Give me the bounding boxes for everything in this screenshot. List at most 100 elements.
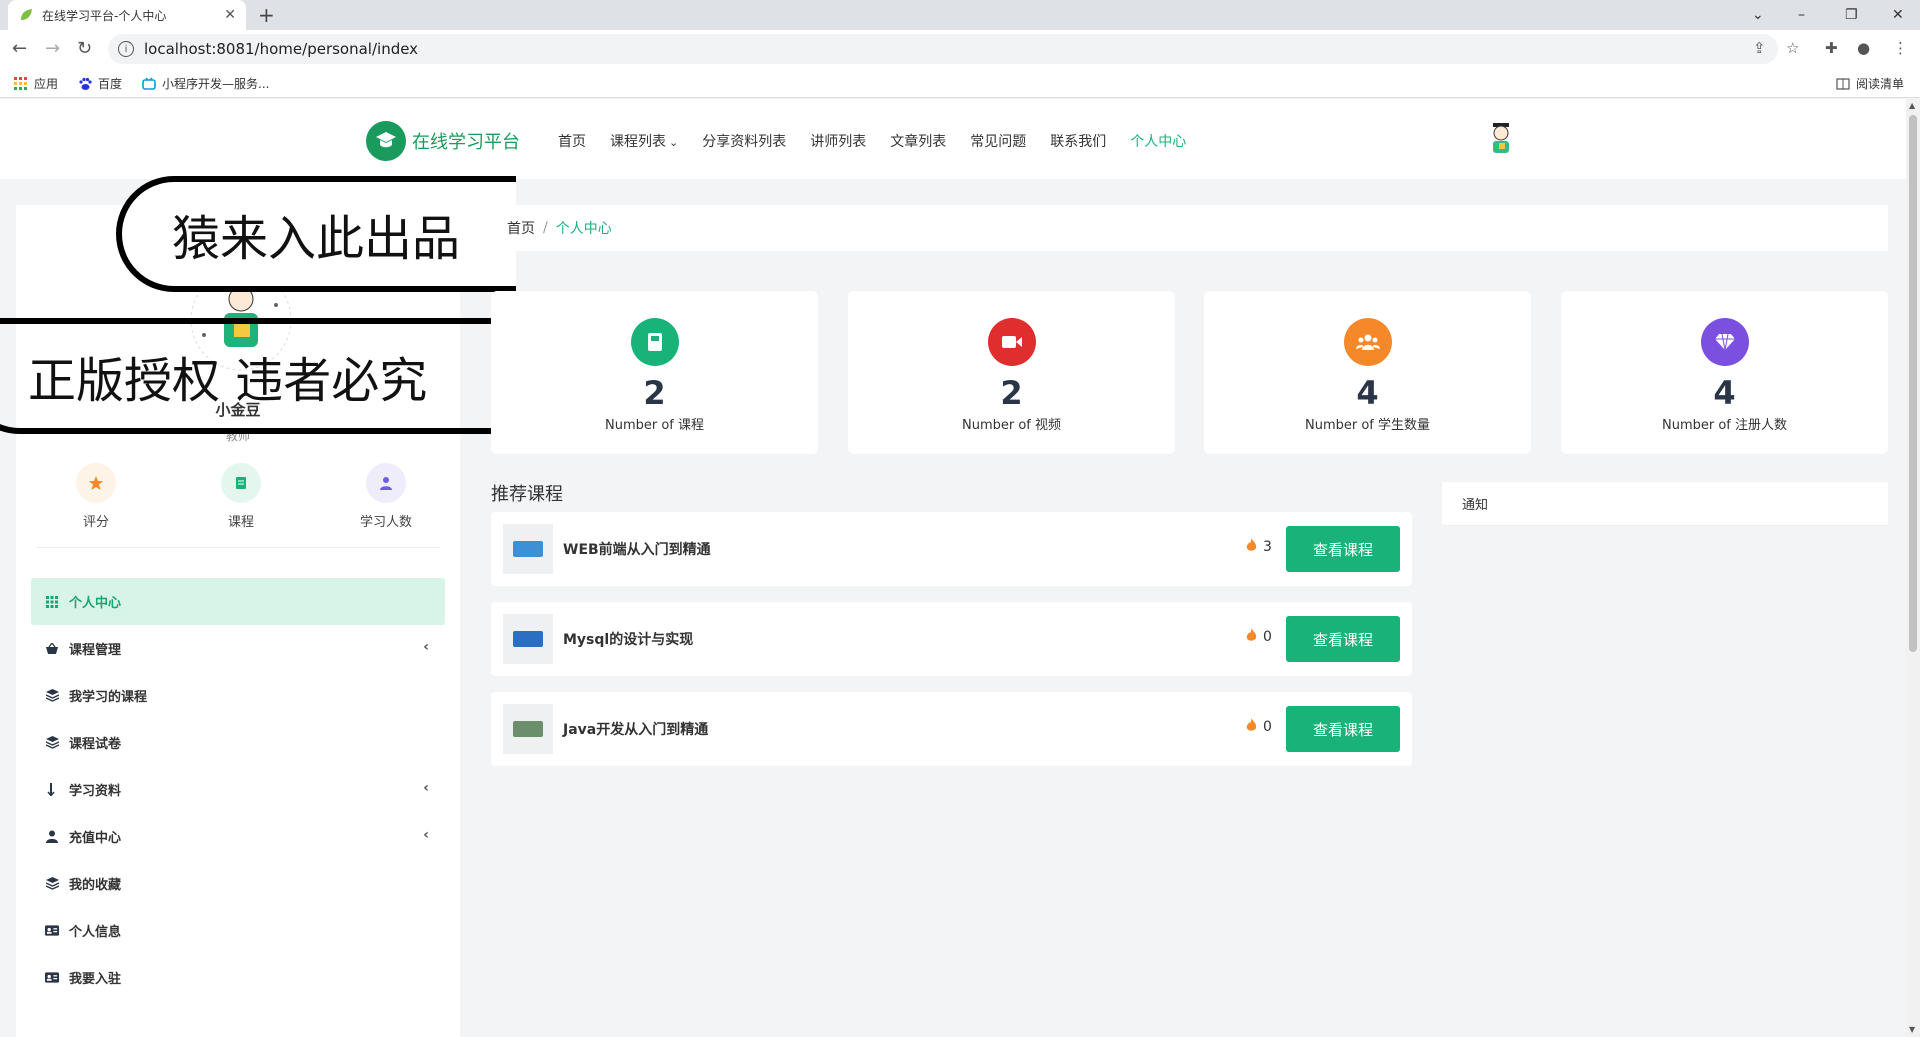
- stat-card-value: 2: [643, 374, 666, 412]
- bookmark-baidu[interactable]: 百度: [78, 75, 122, 92]
- divider: [36, 547, 440, 548]
- browser-tab[interactable]: 在线学习平台-个人中心 ✕: [8, 0, 246, 30]
- nav-contact[interactable]: 联系我们: [1050, 131, 1106, 151]
- nav-home[interactable]: 首页: [558, 131, 586, 151]
- stat-card-caption: Number of 学生数量: [1304, 418, 1431, 433]
- view-course-button[interactable]: 查看课程: [1286, 706, 1400, 752]
- scroll-up-icon[interactable]: ▲: [1909, 101, 1915, 110]
- course-row: WEB前端从入门到精通 3 查看课程: [491, 512, 1412, 586]
- url-field[interactable]: i localhost:8081/home/personal/index: [108, 34, 1778, 64]
- view-course-button[interactable]: 查看课程: [1286, 616, 1400, 662]
- minimize-icon[interactable]: –: [1798, 0, 1805, 30]
- sidebar-item-learning-materials[interactable]: 学习资料 ‹: [31, 766, 445, 813]
- sidebar-item-course-management[interactable]: 课程管理 ‹: [31, 625, 445, 672]
- view-course-button[interactable]: 查看课程: [1286, 526, 1400, 572]
- stat-label: 课程: [227, 515, 254, 530]
- site-header: 在线学习平台 首页 课程列表 ⌄ 分享资料列表 讲师列表 文章列表 常见问题 联系…: [0, 99, 1906, 179]
- breadcrumb-separator: /: [543, 220, 548, 236]
- course-row: Java开发从入门到精通 0 查看课程: [491, 692, 1412, 766]
- stat-card-caption: Number of 视频: [961, 418, 1062, 433]
- nav-faq[interactable]: 常见问题: [970, 131, 1026, 151]
- course-thumbnail[interactable]: [503, 704, 553, 754]
- video-icon: [987, 318, 1036, 366]
- tv-icon: [142, 77, 156, 91]
- course-title[interactable]: Java开发从入门到精通: [563, 719, 708, 739]
- reload-icon[interactable]: ↻: [77, 39, 92, 59]
- watermark-text: 猿来入此出品: [172, 211, 461, 267]
- tab-search-icon[interactable]: ⌄: [1752, 0, 1764, 30]
- stat-card-caption: Number of 注册人数: [1661, 418, 1788, 433]
- stat-label: 评分: [82, 515, 109, 530]
- bookmark-miniprogram[interactable]: 小程序开发—服务...: [142, 75, 269, 92]
- share-icon[interactable]: ⇪: [1753, 39, 1766, 57]
- sidebar-item-recharge[interactable]: 充值中心 ‹: [31, 813, 445, 860]
- fire-icon: [1246, 628, 1257, 646]
- new-tab-icon[interactable]: +: [258, 3, 275, 27]
- recommend-title: 推荐课程: [491, 484, 563, 505]
- sidebar-item-apply-join[interactable]: 我要入驻: [31, 954, 445, 1001]
- course-thumbnail[interactable]: [503, 524, 553, 574]
- notice-panel-header: 通知: [1442, 482, 1888, 526]
- course-hot-count: 0: [1263, 719, 1272, 735]
- sidebar-menu: 个人中心 课程管理 ‹ 我学习的课程 课程试卷 学习资料 ‹ 充值中心 ‹ 我的…: [31, 578, 445, 1001]
- restore-icon[interactable]: ❐: [1845, 0, 1858, 30]
- fire-icon: [1246, 718, 1257, 736]
- user-avatar[interactable]: [1478, 115, 1524, 161]
- id-card-icon: [45, 924, 59, 938]
- sidebar-item-my-courses[interactable]: 我学习的课程: [31, 672, 445, 719]
- sidebar-item-label: 个人信息: [69, 925, 122, 940]
- sidebar-item-label: 课程管理: [69, 643, 122, 658]
- course-hot-count: 3: [1263, 539, 1272, 555]
- page-scrollbar[interactable]: ▲ ▼: [1906, 99, 1920, 1037]
- breadcrumb-home[interactable]: 首页: [507, 218, 535, 238]
- close-window-icon[interactable]: ✕: [1892, 0, 1904, 30]
- stat-card-students: 4 Number of 学生数量: [1204, 291, 1531, 454]
- course-title[interactable]: WEB前端从入门到精通: [563, 539, 711, 559]
- stat-card-value: 4: [1713, 374, 1736, 412]
- course-thumbnail[interactable]: [503, 614, 553, 664]
- star-icon[interactable]: ☆: [1786, 39, 1799, 57]
- site-info-icon[interactable]: i: [118, 41, 134, 57]
- address-bar: ← → ↻ i localhost:8081/home/personal/ind…: [0, 30, 1920, 68]
- sidebar-item-label: 个人中心: [69, 596, 122, 611]
- forward-icon[interactable]: →: [45, 39, 60, 59]
- apps-grid-icon: [14, 76, 28, 91]
- tab-title: 在线学习平台-个人中心: [42, 8, 167, 23]
- site-logo[interactable]: 在线学习平台: [366, 121, 520, 161]
- scroll-down-icon[interactable]: ▼: [1909, 1025, 1915, 1034]
- nav-courses[interactable]: 课程列表 ⌄: [610, 131, 678, 151]
- chevron-down-icon: ⌄: [669, 136, 679, 149]
- course-row: Mysql的设计与实现 0 查看课程: [491, 602, 1412, 676]
- nav-personal-center[interactable]: 个人中心: [1130, 131, 1186, 151]
- scrollbar-thumb[interactable]: [1909, 115, 1917, 652]
- course-title[interactable]: Mysql的设计与实现: [563, 629, 693, 649]
- nav-lecturers[interactable]: 讲师列表: [810, 131, 866, 151]
- reading-list[interactable]: 阅读清单: [1836, 75, 1904, 92]
- bookmark-apps[interactable]: 应用: [14, 75, 58, 92]
- nav-articles[interactable]: 文章列表: [890, 131, 946, 151]
- profile-icon[interactable]: ●: [1857, 39, 1870, 57]
- grid-icon: [45, 595, 59, 609]
- id-card-icon: [45, 971, 59, 985]
- baidu-paw-icon: [78, 77, 92, 91]
- close-tab-icon[interactable]: ✕: [224, 7, 236, 23]
- download-icon: [45, 783, 59, 797]
- layers-icon: [45, 736, 59, 750]
- sidebar-item-label: 学习资料: [69, 784, 122, 799]
- sidebar-item-label: 课程试卷: [69, 737, 122, 752]
- nav-shared-materials[interactable]: 分享资料列表: [702, 131, 786, 151]
- fire-icon: [1246, 538, 1257, 556]
- sidebar-item-personal-center[interactable]: 个人中心: [31, 578, 445, 625]
- back-icon[interactable]: ←: [12, 39, 27, 59]
- chevron-left-icon: ‹: [423, 780, 429, 796]
- course-hot: 3: [1246, 538, 1272, 556]
- sidebar-item-course-exams[interactable]: 课程试卷: [31, 719, 445, 766]
- extensions-icon[interactable]: ✚: [1825, 39, 1838, 57]
- course-hot: 0: [1246, 628, 1272, 646]
- watermark-line-1: 猿来入此出品: [116, 176, 516, 292]
- stat-card-courses: 2 Number of 课程: [491, 291, 818, 454]
- sidebar-item-personal-info[interactable]: 个人信息: [31, 907, 445, 954]
- sidebar-item-favorites[interactable]: 我的收藏: [31, 860, 445, 907]
- stat-card-registrations: 4 Number of 注册人数: [1561, 291, 1888, 454]
- menu-icon[interactable]: ⋮: [1893, 39, 1908, 57]
